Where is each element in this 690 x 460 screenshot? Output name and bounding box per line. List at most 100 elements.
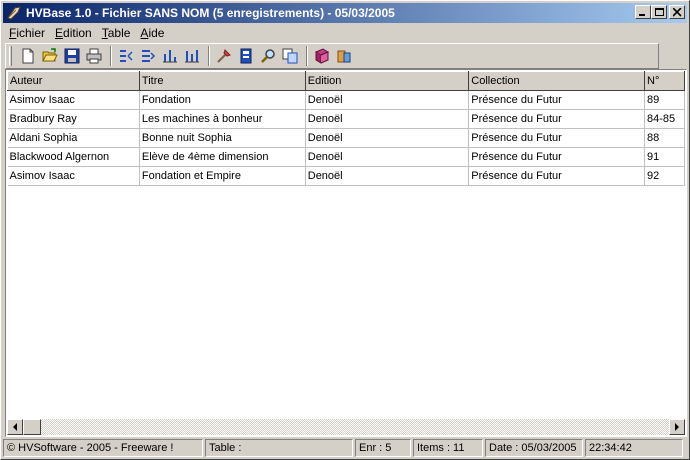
- save-icon: [64, 48, 80, 64]
- cell-numero[interactable]: 92: [644, 166, 685, 186]
- new-file-icon: [22, 48, 34, 64]
- column-header-edition[interactable]: Edition: [304, 71, 470, 91]
- column-header-collection[interactable]: Collection: [468, 71, 645, 91]
- cell-edition[interactable]: Denoël: [305, 90, 470, 110]
- minimize-button[interactable]: [635, 5, 651, 19]
- cell-titre[interactable]: Fondation et Empire: [139, 166, 306, 186]
- print-button[interactable]: [84, 46, 104, 66]
- copy-icon: [282, 48, 298, 64]
- add-record-icon: [120, 50, 133, 62]
- window-title: HVBase 1.0 - Fichier SANS NOM (5 enregis…: [26, 6, 395, 20]
- new-file-button[interactable]: [18, 46, 38, 66]
- cell-edition[interactable]: Denoël: [305, 109, 470, 129]
- print-icon: [86, 48, 102, 64]
- scroll-right-button[interactable]: [669, 419, 685, 435]
- cell-auteur[interactable]: Blackwood Algernon: [7, 147, 140, 167]
- bookmark-icon: [240, 48, 252, 64]
- cell-edition[interactable]: Denoël: [305, 128, 470, 148]
- menu-edition-accel: E: [55, 26, 64, 40]
- sort-up-icon: [163, 50, 177, 63]
- menu-edition[interactable]: Edition: [51, 26, 96, 40]
- bookmark-button[interactable]: [236, 46, 256, 66]
- export-icon: [337, 50, 351, 63]
- insert-record-icon: [142, 50, 156, 62]
- menu-table[interactable]: Table: [98, 26, 135, 40]
- column-header-auteur[interactable]: Auteur: [7, 71, 140, 91]
- status-bar: © HVSoftware - 2005 - Freeware ! Table :…: [3, 439, 687, 457]
- maximize-button[interactable]: [651, 5, 667, 19]
- menu-fichier-label: ichier: [16, 26, 46, 40]
- cell-auteur[interactable]: Bradbury Ray: [7, 109, 140, 129]
- toolbar: [5, 43, 659, 69]
- catalog-button[interactable]: [312, 46, 332, 66]
- sort-down-icon: [185, 50, 199, 63]
- arrow-right-icon: [675, 423, 679, 431]
- horizontal-scrollbar[interactable]: [7, 419, 685, 435]
- cell-collection[interactable]: Présence du Futur: [468, 147, 645, 167]
- cell-edition[interactable]: Denoël: [305, 147, 470, 167]
- sort-descending-button[interactable]: [182, 46, 202, 66]
- toolbar-separator: [306, 46, 308, 66]
- toolbar-separator: [208, 46, 210, 66]
- cell-numero[interactable]: 88: [644, 128, 685, 148]
- status-items-count: Items : 11: [413, 439, 483, 457]
- status-table: Table :: [205, 439, 353, 457]
- copy-button[interactable]: [280, 46, 300, 66]
- sort-ascending-button[interactable]: [160, 46, 180, 66]
- status-date: Date : 05/03/2005: [485, 439, 583, 457]
- open-folder-icon: [42, 48, 58, 62]
- search-button[interactable]: [258, 46, 278, 66]
- cell-titre[interactable]: Les machines à bonheur: [139, 109, 306, 129]
- close-button[interactable]: [669, 5, 685, 19]
- cell-auteur[interactable]: Aldani Sophia: [7, 128, 140, 148]
- book-icon: [314, 48, 330, 64]
- filter-icon: [217, 49, 231, 63]
- cell-titre[interactable]: Bonne nuit Sophia: [139, 128, 306, 148]
- scroll-left-button[interactable]: [7, 419, 23, 435]
- search-icon: [261, 49, 275, 63]
- status-record-count: Enr : 5: [355, 439, 411, 457]
- column-header-titre[interactable]: Titre: [138, 71, 306, 91]
- save-button[interactable]: [62, 46, 82, 66]
- insert-record-button[interactable]: [138, 46, 158, 66]
- cell-auteur[interactable]: Asimov Isaac: [7, 90, 140, 110]
- cell-numero[interactable]: 91: [644, 147, 685, 167]
- cell-titre[interactable]: Fondation: [139, 90, 306, 110]
- status-copyright: © HVSoftware - 2005 - Freeware !: [3, 439, 203, 457]
- scrollbar-thumb[interactable]: [23, 419, 41, 435]
- menu-table-label: able: [107, 26, 131, 40]
- app-icon[interactable]: [6, 5, 22, 21]
- records-grid[interactable]: Auteur Titre Edition Collection N° Asimo…: [5, 69, 687, 437]
- table-row[interactable]: Asimov Isaac Fondation Denoël Présence d…: [7, 90, 685, 110]
- menu-fichier[interactable]: Fichier: [5, 26, 49, 40]
- app-window: HVBase 1.0 - Fichier SANS NOM (5 enregis…: [0, 0, 690, 460]
- menu-aide[interactable]: Aide: [136, 26, 168, 40]
- cell-collection[interactable]: Présence du Futur: [468, 128, 645, 148]
- cell-auteur[interactable]: Asimov Isaac: [7, 166, 140, 186]
- add-record-button[interactable]: [116, 46, 136, 66]
- toolbar-separator: [110, 46, 112, 66]
- scrollbar-track[interactable]: [41, 419, 669, 435]
- export-button[interactable]: [334, 46, 354, 66]
- arrow-left-icon: [13, 423, 17, 431]
- cell-numero[interactable]: 89: [644, 90, 685, 110]
- table-row[interactable]: Aldani Sophia Bonne nuit Sophia Denoël P…: [7, 128, 685, 148]
- table-row[interactable]: Asimov Isaac Fondation et Empire Denoël …: [7, 166, 685, 186]
- cell-collection[interactable]: Présence du Futur: [468, 109, 645, 129]
- menu-bar: Fichier Edition Table Aide: [3, 24, 687, 42]
- title-bar[interactable]: HVBase 1.0 - Fichier SANS NOM (5 enregis…: [3, 3, 687, 23]
- cell-collection[interactable]: Présence du Futur: [468, 90, 645, 110]
- menu-aide-label: ide: [148, 26, 165, 40]
- records-table: Auteur Titre Edition Collection N° Asimo…: [7, 71, 685, 186]
- table-row[interactable]: Blackwood Algernon Elève de 4ème dimensi…: [7, 147, 685, 167]
- toolbar-grip[interactable]: [9, 46, 12, 66]
- cell-edition[interactable]: Denoël: [305, 166, 470, 186]
- filter-button[interactable]: [214, 46, 234, 66]
- open-button[interactable]: [40, 46, 60, 66]
- table-header-row: Auteur Titre Edition Collection N°: [7, 71, 685, 91]
- cell-titre[interactable]: Elève de 4ème dimension: [139, 147, 306, 167]
- column-header-numero[interactable]: N°: [644, 71, 685, 91]
- table-row[interactable]: Bradbury Ray Les machines à bonheur Deno…: [7, 109, 685, 129]
- cell-numero[interactable]: 84-85: [644, 109, 685, 129]
- cell-collection[interactable]: Présence du Futur: [468, 166, 645, 186]
